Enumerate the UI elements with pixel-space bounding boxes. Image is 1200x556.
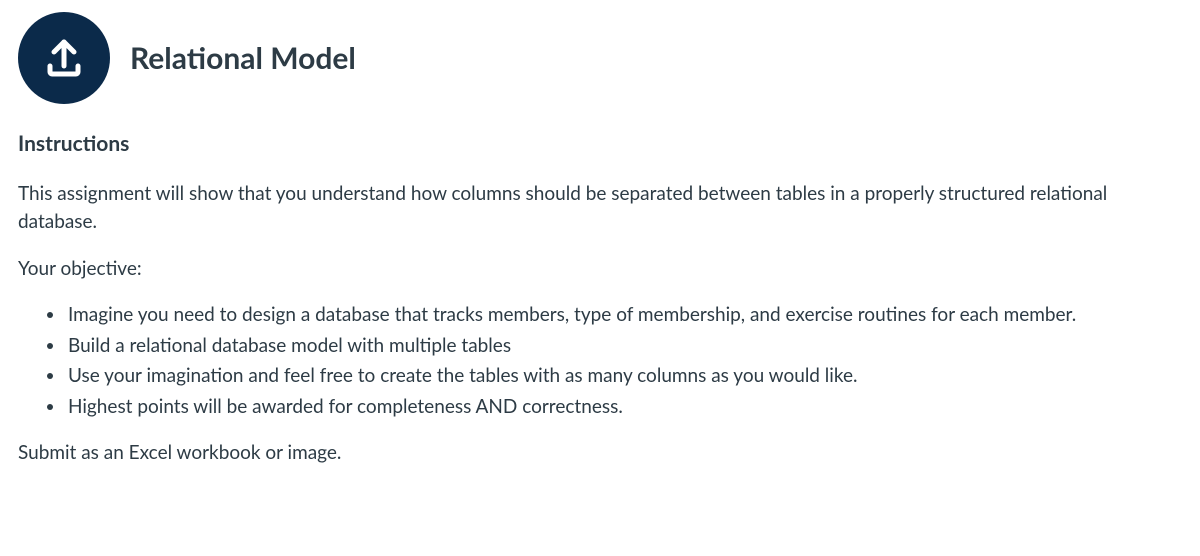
- list-item: Highest points will be awarded for compl…: [66, 393, 1182, 422]
- submit-instruction: Submit as an Excel workbook or image.: [18, 439, 1182, 468]
- instructions-heading: Instructions: [18, 128, 1182, 160]
- list-item: Imagine you need to design a database th…: [66, 301, 1182, 330]
- list-item: Build a relational database model with m…: [66, 332, 1182, 361]
- page-title: Relational Model: [130, 36, 356, 81]
- objective-lead: Your objective:: [18, 255, 1182, 284]
- upload-icon: [18, 12, 110, 104]
- list-item: Use your imagination and feel free to cr…: [66, 362, 1182, 391]
- objective-list: Imagine you need to design a database th…: [18, 301, 1182, 421]
- intro-paragraph: This assignment will show that you under…: [18, 180, 1182, 237]
- assignment-header: Relational Model: [18, 12, 1182, 104]
